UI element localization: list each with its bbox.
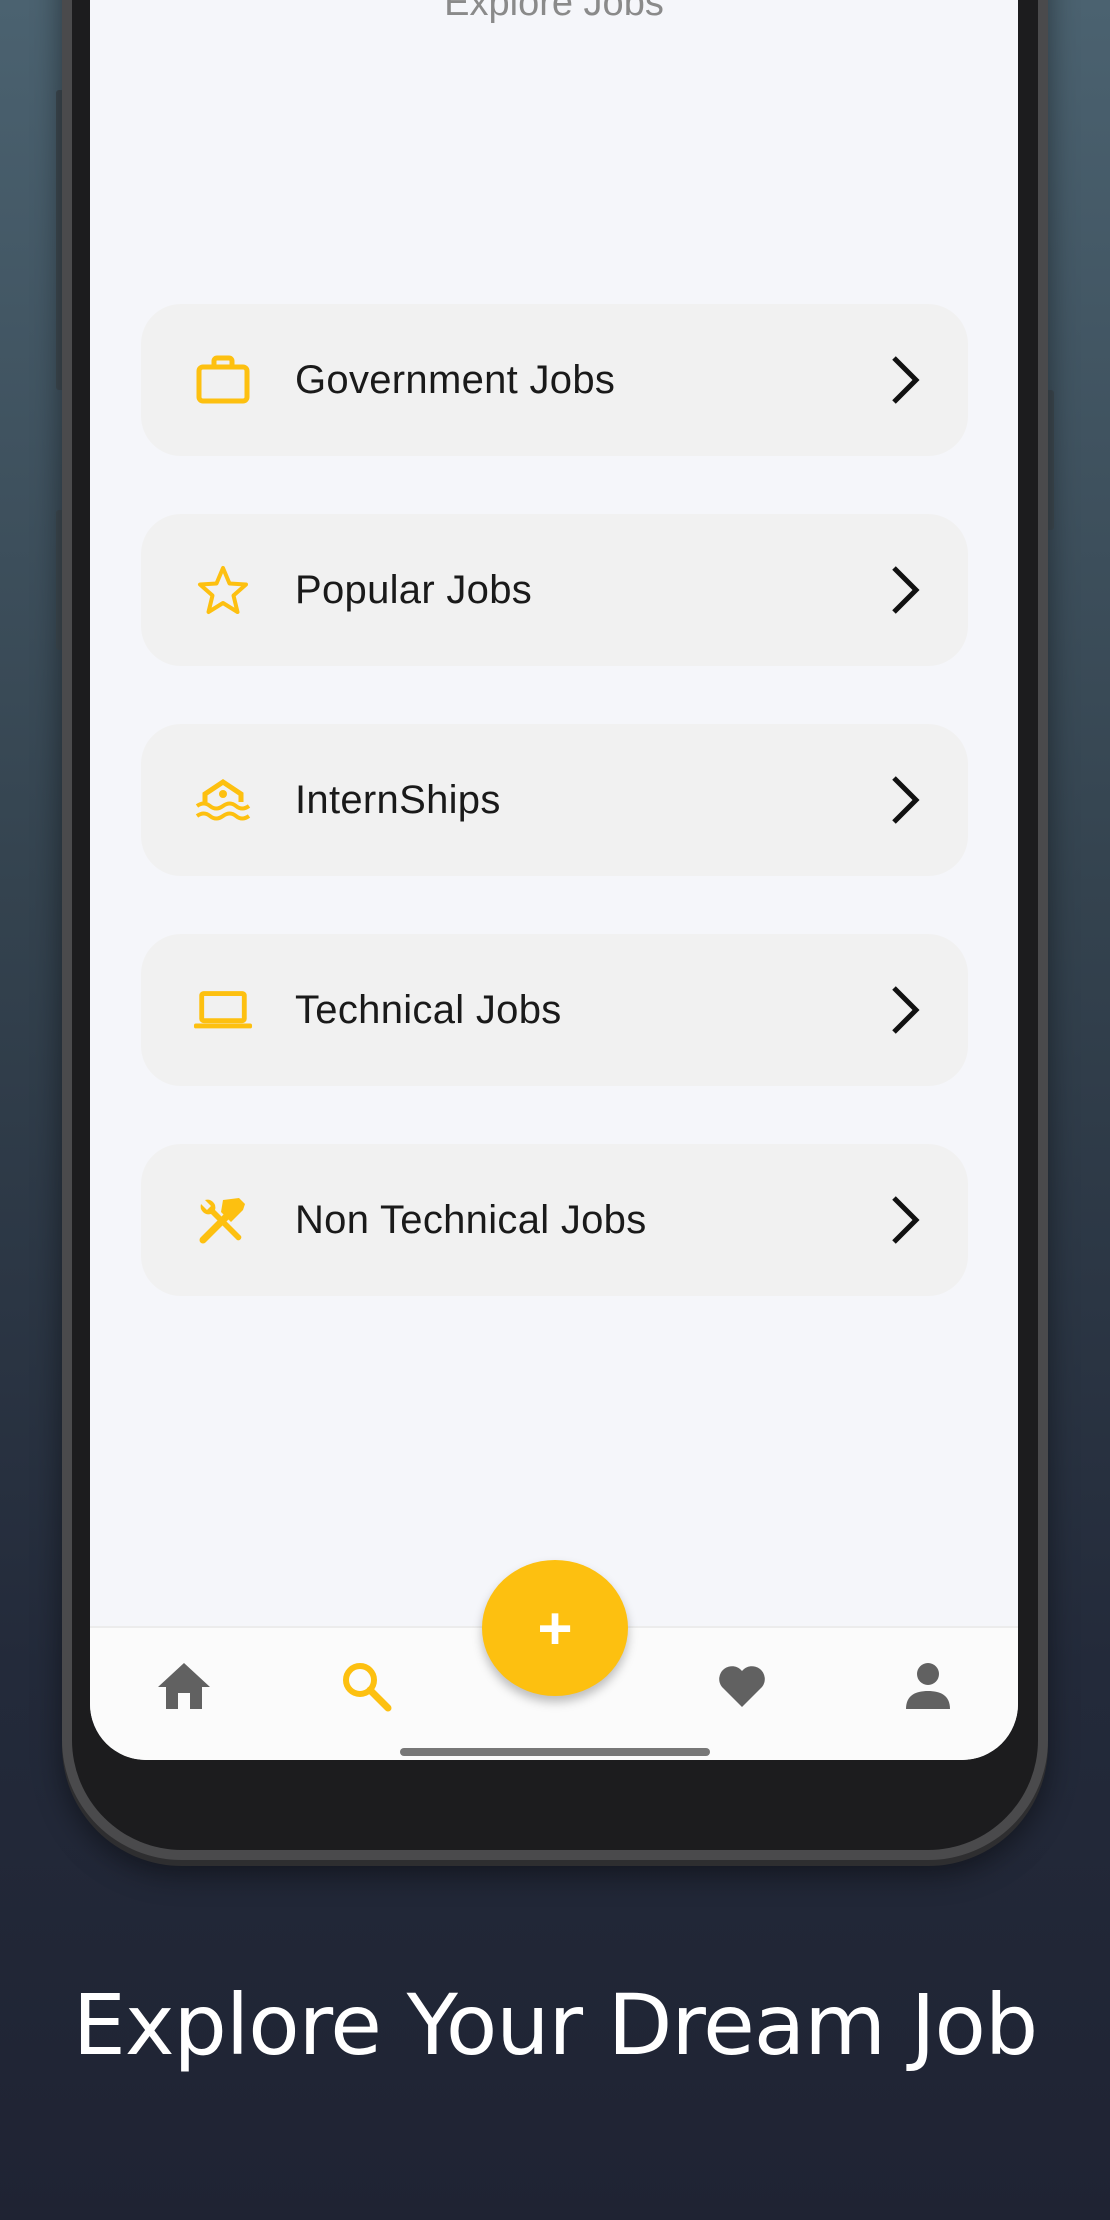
chevron-right-icon xyxy=(884,772,924,828)
chevron-right-icon xyxy=(884,562,924,618)
menu-item-label: Non Technical Jobs xyxy=(295,1197,647,1242)
menu-item-label: InternShips xyxy=(295,777,501,822)
chevron-right-icon xyxy=(884,352,924,408)
star-icon xyxy=(193,560,253,620)
phone-frame: Explore Jobs Government Jobs Popular Job… xyxy=(62,0,1048,1860)
tools-icon xyxy=(193,1190,253,1250)
menu-item-government-jobs[interactable]: Government Jobs xyxy=(141,304,968,456)
add-fab-button[interactable]: + xyxy=(482,1560,628,1696)
nav-profile[interactable] xyxy=(896,1656,960,1720)
menu-item-non-technical-jobs[interactable]: Non Technical Jobs xyxy=(141,1144,968,1296)
promo-caption: Explore Your Dream Job xyxy=(72,1976,1038,2074)
plus-icon: + xyxy=(537,1594,573,1662)
pool-icon xyxy=(193,770,253,830)
chevron-right-icon xyxy=(884,982,924,1038)
menu-item-technical-jobs[interactable]: Technical Jobs xyxy=(141,934,968,1086)
menu-item-internships[interactable]: InternShips xyxy=(141,724,968,876)
app-screen: Explore Jobs Government Jobs Popular Job… xyxy=(90,0,1018,1760)
menu-item-label: Government Jobs xyxy=(295,357,616,402)
person-icon xyxy=(903,1661,953,1716)
nav-favorites[interactable] xyxy=(710,1656,774,1720)
search-icon xyxy=(340,1660,392,1717)
menu-item-label: Popular Jobs xyxy=(295,567,533,612)
home-icon xyxy=(156,1661,212,1716)
nav-search[interactable] xyxy=(334,1656,398,1720)
briefcase-icon xyxy=(193,350,253,410)
laptop-icon xyxy=(193,980,253,1040)
job-category-list: Government Jobs Popular Jobs InternShips… xyxy=(141,304,968,1354)
menu-item-popular-jobs[interactable]: Popular Jobs xyxy=(141,514,968,666)
page-title: Explore Jobs xyxy=(444,0,664,24)
menu-item-label: Technical Jobs xyxy=(295,987,562,1032)
home-indicator[interactable] xyxy=(400,1748,710,1756)
chevron-right-icon xyxy=(884,1192,924,1248)
heart-icon xyxy=(716,1663,768,1714)
nav-home[interactable] xyxy=(152,1656,216,1720)
